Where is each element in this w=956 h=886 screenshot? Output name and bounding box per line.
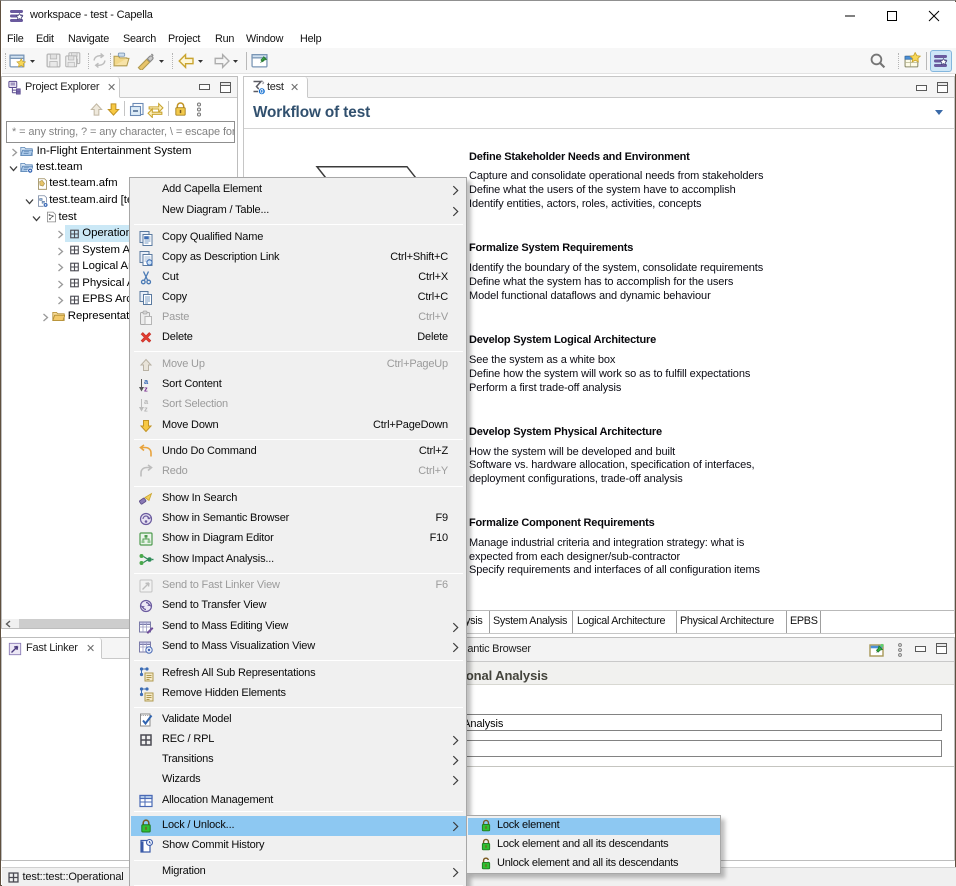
svg-text:0: 0 bbox=[260, 89, 264, 96]
svg-text:z: z bbox=[144, 405, 148, 414]
svg-text:z: z bbox=[144, 385, 148, 394]
